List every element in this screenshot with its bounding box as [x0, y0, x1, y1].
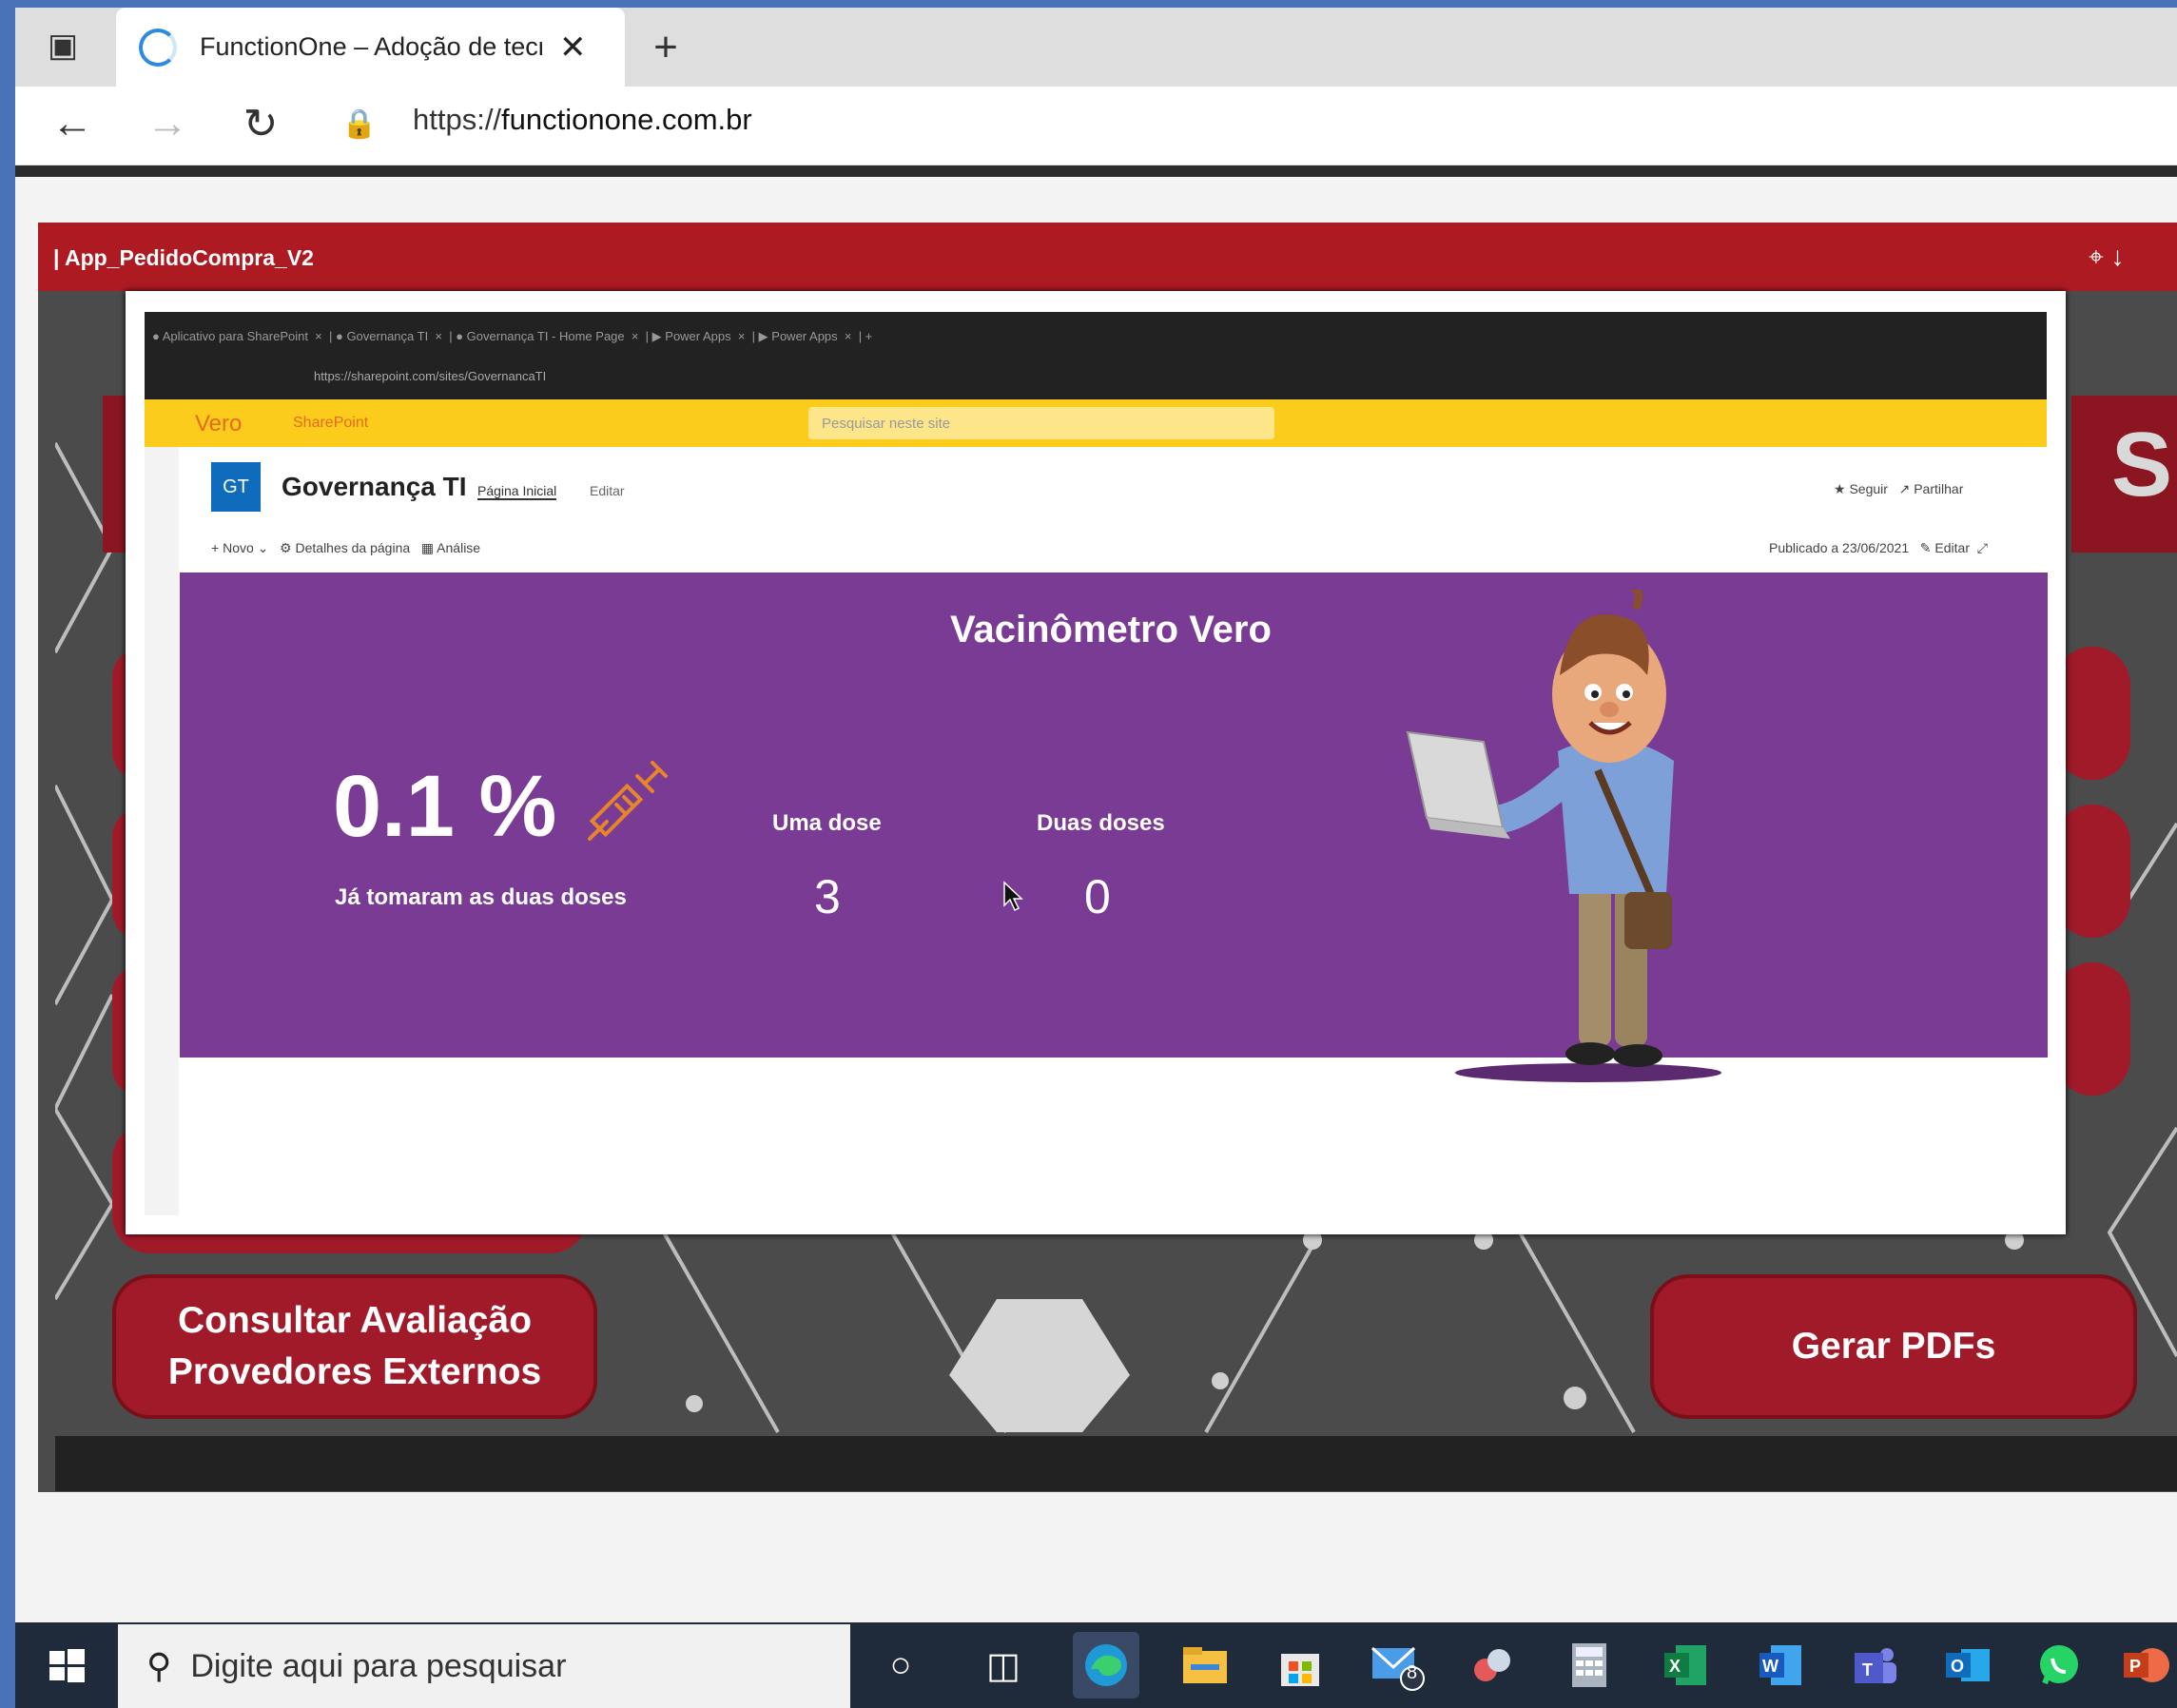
- cortana-icon[interactable]: ○: [867, 1632, 934, 1698]
- site-title: Governança TI: [282, 472, 467, 501]
- teams-icon[interactable]: T: [1841, 1632, 1908, 1698]
- svg-text:X: X: [1669, 1657, 1681, 1676]
- nav-home-link[interactable]: Página Inicial: [477, 483, 557, 500]
- tab-actions-icon[interactable]: ▣: [30, 21, 95, 70]
- address-bar[interactable]: https://functionone.com.br: [413, 103, 752, 137]
- sharepoint-left-rail: [145, 447, 179, 1215]
- shared-browser-tabs: ● Aplicativo para SharePoint × | ● Gover…: [152, 329, 873, 343]
- mascot-illustration: [1406, 590, 1721, 1082]
- button-label: Gerar PDFs: [1791, 1326, 1996, 1367]
- app-button-hidden[interactable]: [2054, 805, 2130, 938]
- app-header: [38, 223, 2177, 291]
- tab-title: FunctionOne – Adoção de tecno: [200, 32, 542, 61]
- svg-text:W: W: [1762, 1657, 1779, 1676]
- file-explorer-icon[interactable]: [1172, 1632, 1238, 1698]
- url-scheme: https://: [413, 103, 502, 136]
- app-button-hidden[interactable]: [2054, 962, 2130, 1096]
- nav-edit-link[interactable]: Editar: [590, 483, 625, 498]
- banner-title: Vacinômetro Vero: [950, 609, 1272, 650]
- two-doses-label: Duas doses: [1037, 810, 1165, 836]
- mail-badge: 8: [1407, 1662, 1418, 1683]
- taskbar-search-input[interactable]: ⚲ Digite aqui para pesquisar: [118, 1624, 850, 1708]
- svg-text:O: O: [1951, 1657, 1964, 1676]
- button-label-line2: Provedores Externos: [167, 1351, 542, 1392]
- vaccination-percent-label: Já tomaram as duas doses: [335, 884, 627, 910]
- cmd-analytics[interactable]: Análise: [437, 540, 480, 555]
- one-dose-label: Uma dose: [772, 810, 882, 836]
- consultar-avaliacao-button[interactable]: Consultar Avaliação Provedores Externos: [112, 1274, 597, 1419]
- excel-icon[interactable]: X: [1653, 1632, 1720, 1698]
- new-tab-icon[interactable]: +: [637, 19, 694, 76]
- site-actions[interactable]: ★ Seguir ↗ Partilhar: [1834, 481, 1963, 497]
- url-host: functionone.com.br: [501, 103, 752, 136]
- word-icon[interactable]: W: [1748, 1632, 1815, 1698]
- task-view-icon[interactable]: ◫: [970, 1632, 1037, 1698]
- fullscreen-icon[interactable]: ⌖ ↓: [2089, 242, 2125, 273]
- edit-link[interactable]: Editar: [1934, 540, 1970, 555]
- snipping-tool-icon[interactable]: [1459, 1632, 1526, 1698]
- two-doses-value: 0: [1084, 870, 1111, 923]
- sharepoint-label: SharePoint: [293, 415, 369, 431]
- search-icon: ⚲: [146, 1646, 172, 1685]
- syringe-icon: [588, 761, 668, 841]
- loading-spinner-icon: [139, 28, 177, 67]
- calculator-icon[interactable]: [1556, 1632, 1623, 1698]
- close-icon[interactable]: ✕: [559, 29, 587, 67]
- publish-info: Publicado a 23/06/2021 ✎ Editar ⤢: [1769, 540, 1988, 555]
- powerpoint-icon[interactable]: P: [2117, 1632, 2174, 1698]
- published-date: Publicado a 23/06/2021: [1769, 540, 1910, 555]
- gerar-pdfs-button[interactable]: Gerar PDFs: [1650, 1274, 2137, 1419]
- svg-text:P: P: [2129, 1657, 2141, 1676]
- command-bar: + Novo ⌄ ⚙ Detalhes da página ▦ Análise: [211, 540, 481, 555]
- edge-icon[interactable]: [1073, 1632, 1139, 1698]
- back-icon[interactable]: ←: [42, 93, 103, 154]
- shared-browser-chrome: [145, 312, 2047, 399]
- vero-logo: Vero: [195, 411, 243, 437]
- forward-icon[interactable]: →: [137, 93, 198, 154]
- app-title: | App_PedidoCompra_V2: [53, 245, 314, 270]
- outlook-icon[interactable]: O: [1934, 1632, 2001, 1698]
- mouse-cursor-icon: [1003, 881, 1023, 912]
- taskbar-search-placeholder: Digite aqui para pesquisar: [190, 1647, 567, 1684]
- whatsapp-icon[interactable]: [2026, 1632, 2092, 1698]
- app-bottom-bar: [55, 1436, 2177, 1491]
- share-label: Partilhar: [1914, 481, 1964, 496]
- browser-toolbar: [15, 87, 2177, 165]
- one-dose-value: 3: [814, 870, 841, 923]
- lock-icon[interactable]: 🔒: [340, 103, 379, 145]
- app-button-hidden[interactable]: [2054, 647, 2130, 780]
- page-top-strip: [15, 165, 2177, 177]
- browser-tab-active[interactable]: FunctionOne – Adoção de tecno ✕: [116, 8, 625, 87]
- cmd-new[interactable]: Novo: [223, 540, 254, 555]
- cmd-details[interactable]: Detalhes da página: [296, 540, 411, 555]
- shared-browser-url: https://sharepoint.com/sites/GovernancaT…: [314, 369, 547, 383]
- sharepoint-search-input[interactable]: Pesquisar neste site: [808, 407, 1274, 439]
- refresh-icon[interactable]: ↻: [230, 93, 291, 154]
- microsoft-store-icon[interactable]: [1267, 1632, 1333, 1698]
- button-label-line1: Consultar Avaliação: [177, 1300, 533, 1341]
- mail-icon[interactable]: 8: [1364, 1632, 1430, 1698]
- windows-start-icon[interactable]: [38, 1638, 95, 1695]
- site-logo: GT: [211, 462, 261, 512]
- vaccination-percent: 0.1 %: [333, 758, 557, 855]
- svg-text:S: S: [2111, 414, 2172, 515]
- follow-label: Seguir: [1849, 481, 1888, 496]
- svg-text:T: T: [1862, 1660, 1873, 1679]
